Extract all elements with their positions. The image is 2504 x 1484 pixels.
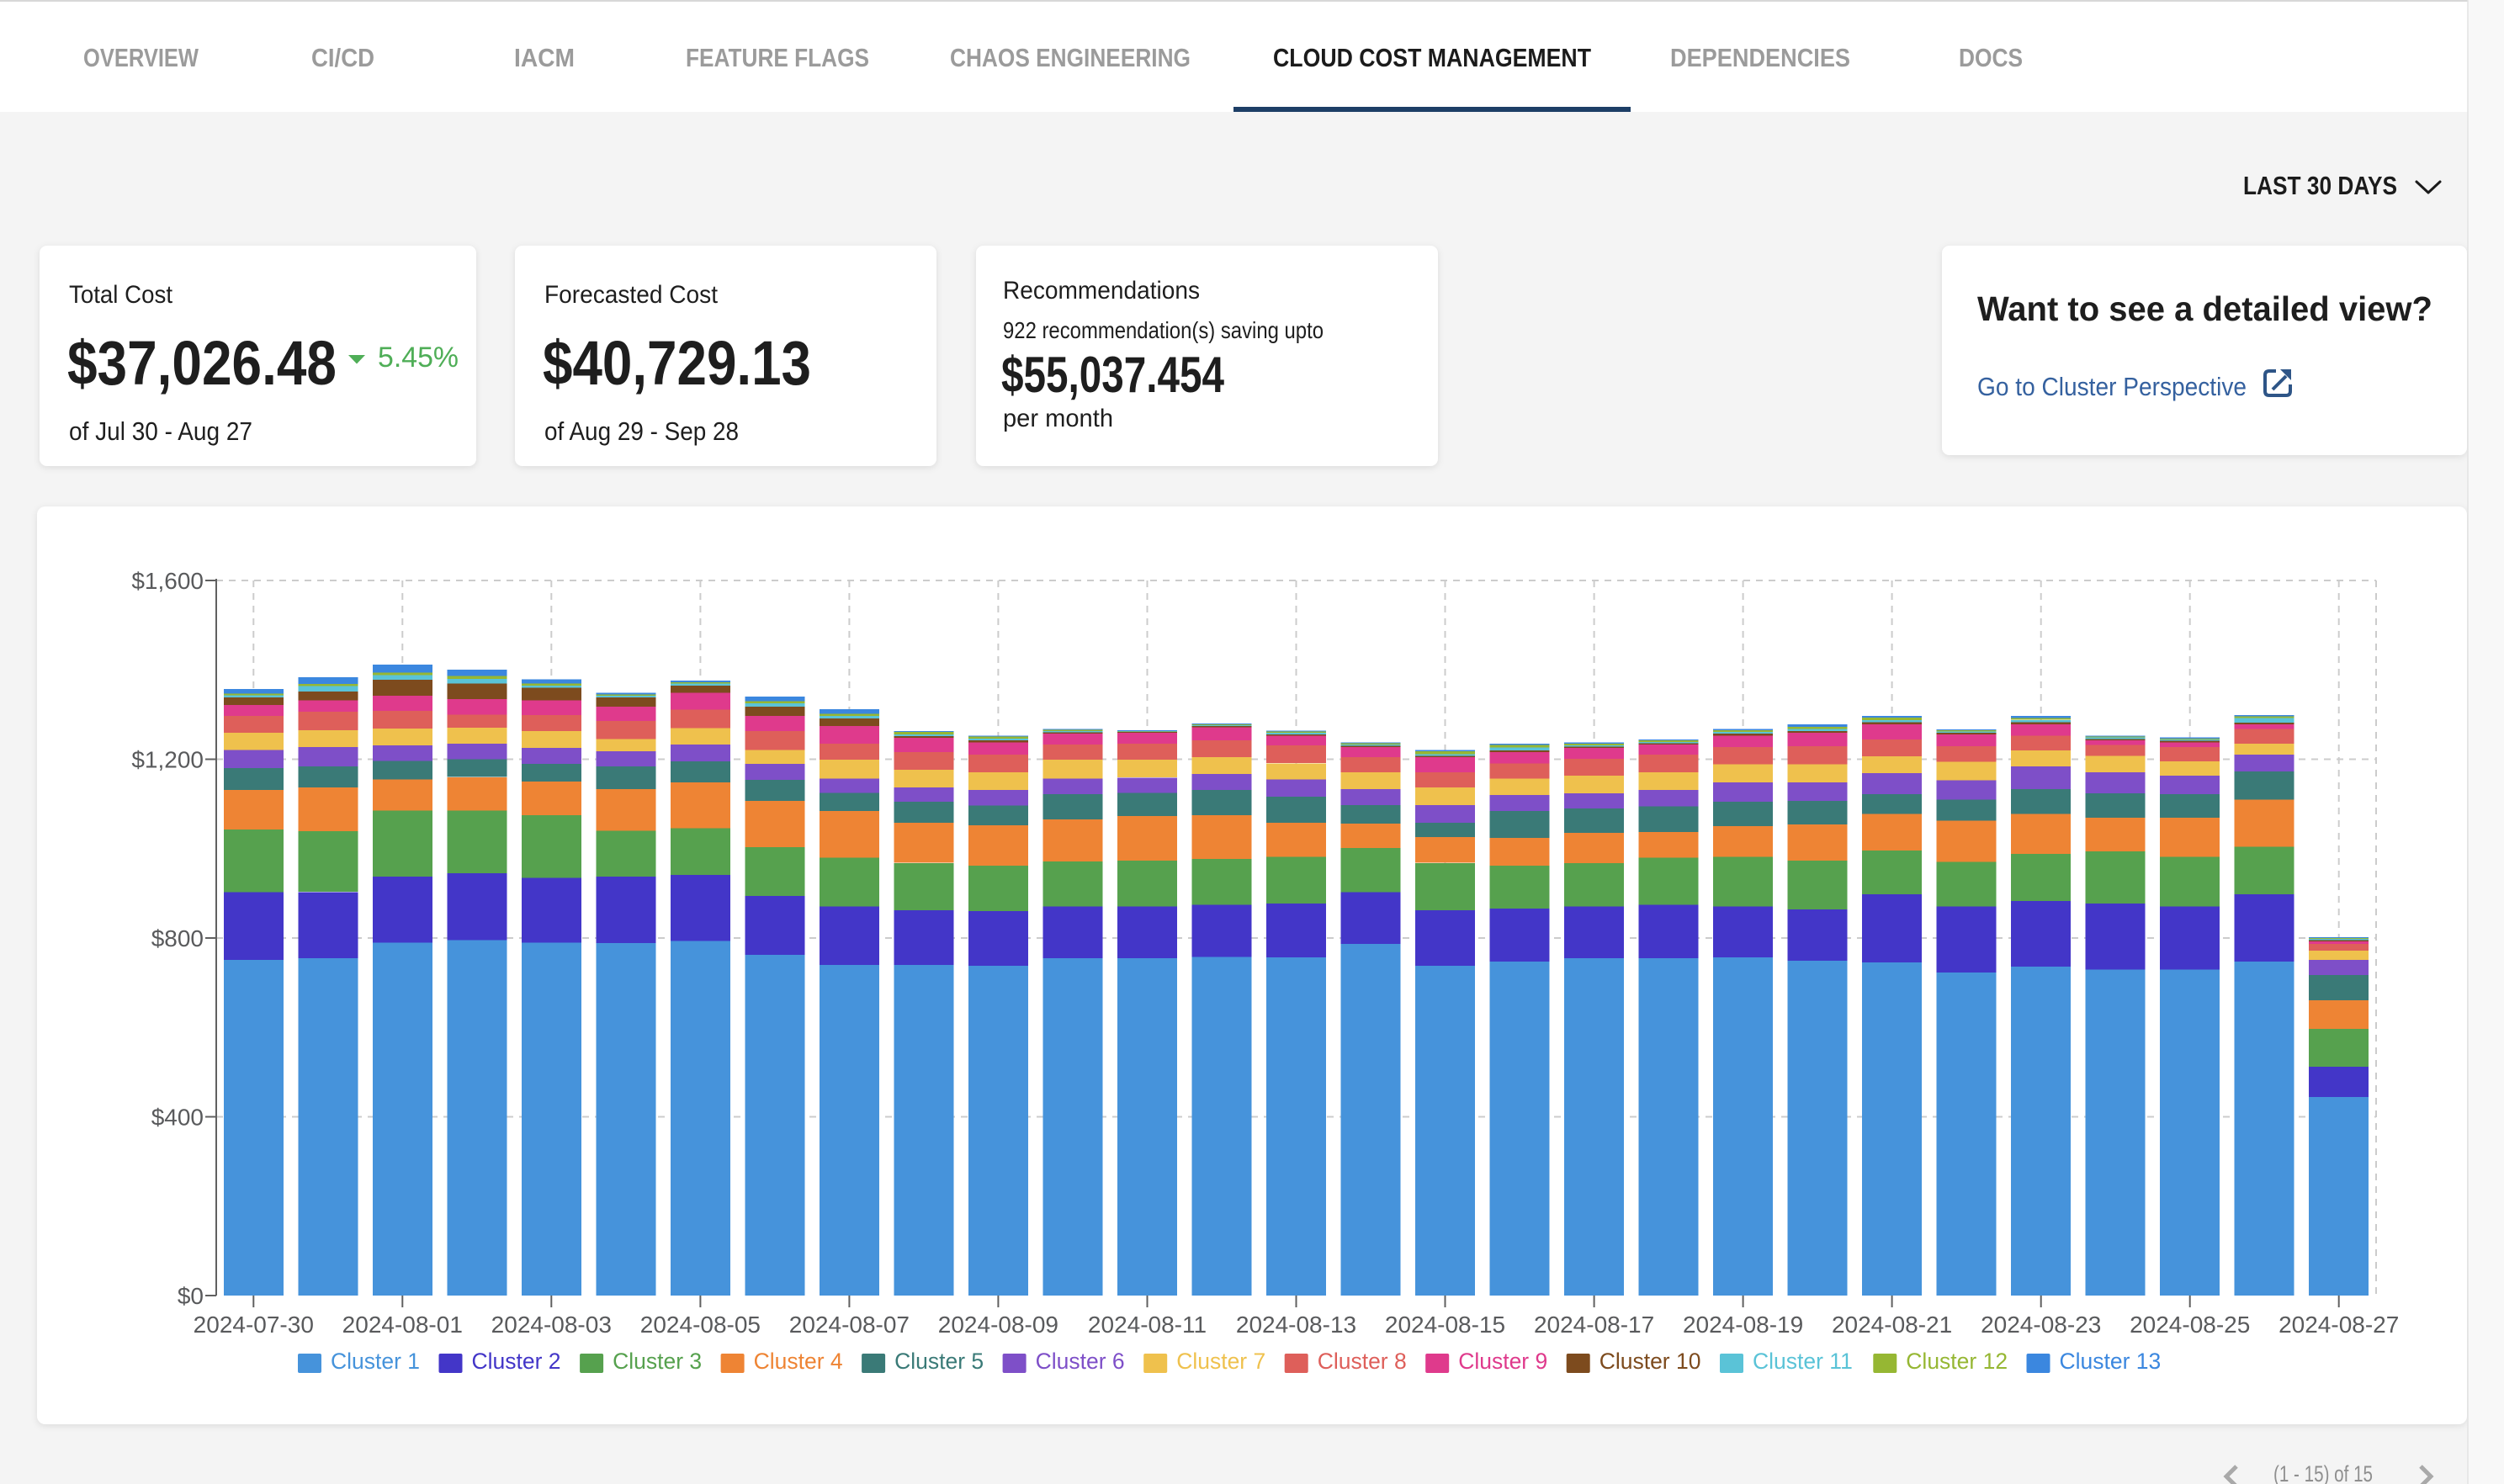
svg-text:Cluster 2: Cluster 2	[472, 1349, 561, 1374]
svg-text:Cluster 5: Cluster 5	[894, 1349, 984, 1374]
svg-text:$1,600: $1,600	[131, 568, 204, 594]
svg-text:(1 - 15) of 15: (1 - 15) of 15	[2273, 1461, 2373, 1484]
svg-text:Cluster 3: Cluster 3	[613, 1349, 702, 1374]
svg-text:Cluster 12: Cluster 12	[1906, 1349, 2008, 1374]
svg-text:Want to see a detailed view?: Want to see a detailed view?	[1977, 289, 2432, 328]
svg-text:2024-08-17: 2024-08-17	[1534, 1312, 1654, 1338]
svg-text:Cluster 9: Cluster 9	[1458, 1349, 1547, 1374]
svg-text:Cluster 10: Cluster 10	[1599, 1349, 1701, 1374]
svg-text:FEATURE FLAGS: FEATURE FLAGS	[686, 43, 869, 72]
svg-text:per month: per month	[1003, 405, 1113, 432]
svg-text:of Aug 29 - Sep 28: of Aug 29 - Sep 28	[544, 416, 739, 446]
svg-text:Cluster 13: Cluster 13	[2060, 1349, 2162, 1374]
svg-text:Cluster 6: Cluster 6	[1036, 1349, 1125, 1374]
svg-text:$400: $400	[151, 1105, 204, 1131]
svg-text:2024-08-23: 2024-08-23	[1981, 1312, 2101, 1338]
svg-text:Go to Cluster Perspective: Go to Cluster Perspective	[1977, 372, 2247, 401]
svg-text:Cluster 1: Cluster 1	[331, 1349, 420, 1374]
svg-text:922 recommendation(s) saving u: 922 recommendation(s) saving upto	[1003, 317, 1324, 343]
svg-text:Cluster 4: Cluster 4	[754, 1349, 843, 1374]
svg-text:2024-08-03: 2024-08-03	[491, 1312, 612, 1338]
svg-text:2024-08-27: 2024-08-27	[2279, 1312, 2399, 1338]
svg-text:CHAOS ENGINEERING: CHAOS ENGINEERING	[950, 43, 1191, 72]
svg-text:5.45%: 5.45%	[378, 342, 459, 374]
svg-text:Cluster 11: Cluster 11	[1753, 1349, 1853, 1374]
svg-text:$1,200: $1,200	[131, 747, 204, 773]
svg-text:Cluster 8: Cluster 8	[1318, 1349, 1407, 1374]
svg-text:$800: $800	[151, 925, 204, 951]
svg-text:DOCS: DOCS	[1959, 43, 2023, 72]
svg-text:CI/CD: CI/CD	[311, 43, 374, 72]
svg-text:2024-08-09: 2024-08-09	[938, 1312, 1058, 1338]
svg-text:2024-07-30: 2024-07-30	[194, 1312, 314, 1338]
svg-text:$0: $0	[178, 1283, 204, 1309]
svg-text:DEPENDENCIES: DEPENDENCIES	[1670, 43, 1850, 72]
svg-text:of Jul 30 - Aug 27: of Jul 30 - Aug 27	[69, 416, 252, 446]
svg-text:2024-08-15: 2024-08-15	[1385, 1312, 1505, 1338]
svg-text:LAST 30 DAYS: LAST 30 DAYS	[2243, 171, 2397, 200]
svg-text:2024-08-01: 2024-08-01	[342, 1312, 463, 1338]
svg-text:2024-08-25: 2024-08-25	[2130, 1312, 2250, 1338]
svg-text:Forecasted Cost: Forecasted Cost	[544, 281, 719, 309]
svg-text:2024-08-05: 2024-08-05	[640, 1312, 761, 1338]
svg-text:Cluster 7: Cluster 7	[1176, 1349, 1265, 1374]
svg-text:$55,037.454: $55,037.454	[1001, 347, 1224, 403]
svg-text:Total Cost: Total Cost	[69, 281, 173, 309]
svg-text:OVERVIEW: OVERVIEW	[83, 43, 199, 72]
svg-text:2024-08-19: 2024-08-19	[1683, 1312, 1803, 1338]
svg-text:IACM: IACM	[514, 43, 575, 72]
svg-text:2024-08-11: 2024-08-11	[1088, 1312, 1207, 1338]
svg-text:$40,729.13: $40,729.13	[543, 328, 811, 398]
svg-text:2024-08-07: 2024-08-07	[789, 1312, 910, 1338]
svg-text:2024-08-21: 2024-08-21	[1832, 1312, 1952, 1338]
svg-text:2024-08-13: 2024-08-13	[1236, 1312, 1356, 1338]
svg-text:CLOUD COST MANAGEMENT: CLOUD COST MANAGEMENT	[1273, 43, 1591, 72]
svg-text:$37,026.48: $37,026.48	[67, 328, 337, 398]
svg-text:Recommendations: Recommendations	[1003, 277, 1200, 305]
